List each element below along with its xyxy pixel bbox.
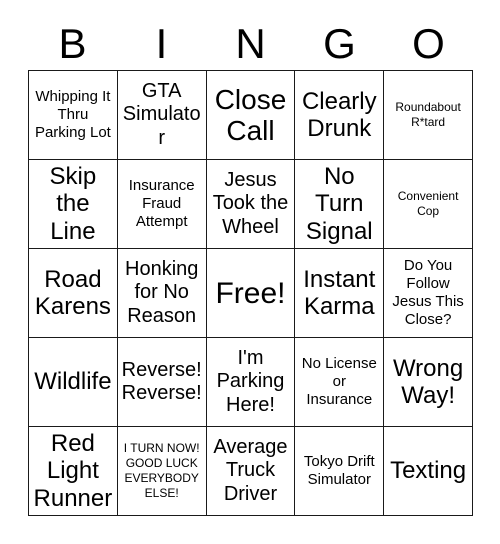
bingo-cell-label: Reverse! Reverse! <box>121 358 202 404</box>
bingo-cell[interactable]: Convenient Cop <box>384 160 473 249</box>
bingo-cell[interactable]: Clearly Drunk <box>295 71 385 160</box>
bingo-cell[interactable]: Honking for No Reason <box>117 249 207 338</box>
bingo-cell[interactable]: GTA Simulator <box>117 71 207 160</box>
bingo-cell[interactable]: Jesus Took the Wheel <box>206 160 296 249</box>
bingo-cell[interactable]: No License or Insurance <box>295 338 385 427</box>
bingo-cell[interactable]: Wildlife <box>29 338 118 427</box>
bingo-cell-label: I'm Parking Here! <box>216 347 285 416</box>
bingo-cell[interactable]: Average Truck Driver <box>206 427 296 516</box>
bingo-grid: Whipping It Thru Parking Lot GTA Simulato… <box>28 70 473 516</box>
bingo-cell-label: Texting <box>390 457 467 485</box>
bingo-cell[interactable]: Roundabout R*tard <box>384 71 473 160</box>
bingo-cell[interactable]: Tokyo Drift Simulator <box>295 427 385 516</box>
bingo-cell-label: Clearly Drunk <box>301 87 377 142</box>
bingo-cell[interactable]: Wrong Way! <box>384 338 473 427</box>
bingo-cell-label: Do You Follow Jesus This Close? <box>392 257 464 328</box>
bingo-cell-label: Convenient Cop <box>397 189 459 218</box>
bingo-cell-label: Red Light Runner <box>33 429 113 512</box>
bingo-cell-label: No License or Insurance <box>301 355 377 408</box>
header-letter-n: N <box>235 20 266 67</box>
header-letter-b: B <box>58 20 87 67</box>
bingo-cell-label: I TURN NOW! GOOD LUCK EVERYBODY ELSE! <box>123 441 200 500</box>
bingo-cell-label: Wrong Way! <box>392 354 464 409</box>
bingo-cell-label: Road Karens <box>34 265 111 320</box>
bingo-cell-label: Whipping It Thru Parking Lot <box>34 88 111 141</box>
bingo-cell[interactable]: I TURN NOW! GOOD LUCK EVERYBODY ELSE! <box>117 427 207 516</box>
bingo-cell-label: Instant Karma <box>303 265 376 320</box>
bingo-cell-label: Skip the Line <box>49 162 97 245</box>
bingo-cell-free[interactable]: Free! <box>206 249 296 338</box>
bingo-cell-label: Jesus Took the Wheel <box>212 169 289 238</box>
header-letter-o: O <box>412 20 445 67</box>
bingo-cell[interactable]: Whipping It Thru Parking Lot <box>29 71 118 160</box>
bingo-cell[interactable]: Red Light Runner <box>29 427 118 516</box>
bingo-cell[interactable]: Insurance Fraud Attempt <box>117 160 207 249</box>
bingo-cell[interactable]: Reverse! Reverse! <box>117 338 207 427</box>
bingo-cell[interactable]: Skip the Line <box>29 160 118 249</box>
bingo-cell[interactable]: I'm Parking Here! <box>206 338 296 427</box>
bingo-cell-label: Roundabout R*tard <box>395 100 461 129</box>
bingo-cell-label: Average Truck Driver <box>213 436 288 505</box>
bingo-card: B I N G O Whipping It Thru Parking Lot GT… <box>0 0 500 544</box>
bingo-cell[interactable]: Texting <box>384 427 473 516</box>
bingo-cell-label: Wildlife <box>34 368 112 396</box>
bingo-cell-label: Close Call <box>214 83 287 146</box>
bingo-cell[interactable]: Close Call <box>206 71 296 160</box>
bingo-cell-label: Tokyo Drift Simulator <box>303 453 375 488</box>
header-letter-g: G <box>323 20 356 67</box>
header-letter-i: I <box>155 20 168 67</box>
bingo-cell-label: No Turn Signal <box>305 162 373 245</box>
bingo-cell-label: Insurance Fraud Attempt <box>128 177 195 230</box>
bingo-cell[interactable]: Do You Follow Jesus This Close? <box>384 249 473 338</box>
bingo-header: B I N G O <box>28 18 473 70</box>
bingo-cell[interactable]: No Turn Signal <box>295 160 385 249</box>
bingo-cell[interactable]: Instant Karma <box>295 249 385 338</box>
bingo-cell-label: Free! <box>215 276 286 310</box>
bingo-cell-label: GTA Simulator <box>122 80 201 149</box>
bingo-cell[interactable]: Road Karens <box>29 249 118 338</box>
bingo-cell-label: Honking for No Reason <box>125 258 199 327</box>
